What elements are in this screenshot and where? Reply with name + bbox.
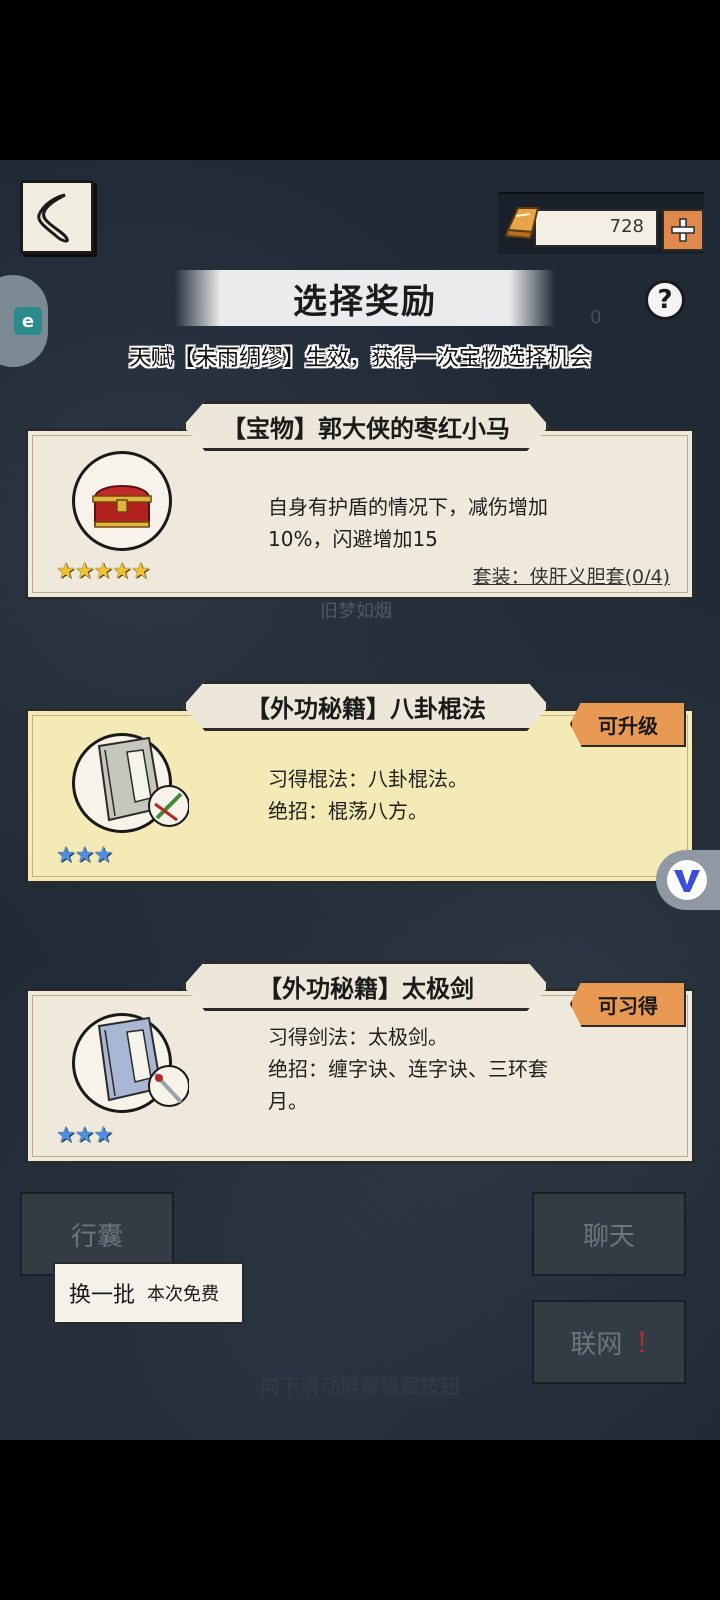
back-button[interactable] [20, 180, 94, 254]
item-icon-frame [72, 451, 172, 551]
scroll-book-icon [97, 1016, 189, 1107]
card-description: 自身有护盾的情况下，减伤增加 10%，闪避增加15 [268, 491, 678, 555]
add-currency-button[interactable] [662, 209, 704, 251]
bg-counter: 0 [590, 307, 602, 328]
bag-label: 行囊 [70, 1221, 123, 1252]
upgrade-badge: 可升级 [570, 701, 686, 747]
desc-line: 10%，闪避增加15 [268, 527, 438, 551]
desc-line: 绝招：棍荡八方。 [268, 799, 428, 823]
reward-card-treasure[interactable]: 【宝物】郭大侠的枣红小马 ★★★★★ 自身有护盾的情况下，减伤增加 10%，闪避… [25, 401, 695, 600]
chat-label: 聊天 [582, 1221, 635, 1252]
rarity-stars: ★★★ [56, 1123, 113, 1148]
desc-line: 绝招：缠字诀、连字诀、三环套 [268, 1057, 548, 1081]
bg-faded-text: 旧梦如烟 [320, 601, 392, 622]
rarity-stars: ★★★★★ [56, 559, 151, 584]
scroll-hint: 向下滑动屏幕隐藏按钮 [260, 1374, 460, 1398]
subtitle: 天赋【未雨绸缪】生效，获得一次宝物选择机会 [128, 346, 591, 371]
alert-icon: ! [636, 1325, 648, 1359]
currency-bar: 728 [498, 192, 704, 254]
plus-icon [671, 218, 695, 242]
treasure-chest-icon [92, 485, 152, 528]
card-description: 习得棍法：八卦棍法。 绝招：棍荡八方。 [268, 763, 678, 827]
card-title: 【外功秘籍】太极剑 [258, 974, 474, 1003]
currency-value: 728 [609, 216, 644, 237]
desc-line: 习得剑法：太极剑。 [268, 1025, 448, 1049]
refresh-sub-label: 本次免费 [147, 1284, 220, 1305]
card-description: 习得剑法：太极剑。 绝招：缠字诀、连字诀、三环套 月。 [268, 1021, 678, 1117]
title-band: 选择奖励 [175, 270, 555, 326]
reward-card-taiji[interactable]: 【外功秘籍】太极剑 可习得 ★★★ 习得剑法：太极剑。 绝招：缠字诀、连字诀、三… [25, 961, 695, 1164]
network-label: 联网 [570, 1329, 623, 1360]
desc-line: 习得棍法：八卦棍法。 [268, 767, 468, 791]
refresh-label: 换一批 [69, 1283, 136, 1308]
card-title: 【宝物】郭大侠的枣红小马 [222, 414, 510, 443]
chat-button[interactable]: 聊天 [532, 1192, 686, 1276]
card-title: 【外功秘籍】八卦棍法 [246, 694, 486, 723]
back-arrow-icon [37, 193, 69, 243]
desc-line: 自身有护盾的情况下，减伤增加 [268, 495, 548, 519]
refresh-button[interactable]: 换一批 本次免费 [53, 1262, 244, 1324]
reward-card-bagua[interactable]: 【外功秘籍】八卦棍法 可升级 ★★★ 习得棍法：八卦棍法。 绝招：棍荡八方。 [25, 681, 695, 884]
help-button[interactable]: ? [645, 280, 685, 320]
game-screen: e 728 选择奖励 ? 0 天赋【未雨绸缪】生效，获得一次宝物选择机会 旧梦如… [0, 160, 720, 1440]
item-icon-frame [72, 1013, 189, 1113]
scroll-book-icon [97, 736, 189, 827]
app-shortcut-icon: e [14, 307, 42, 335]
item-icon-frame [72, 733, 189, 833]
set-link[interactable]: 套装：侠肝义胆套(0/4) [473, 562, 670, 589]
desc-line: 月。 [268, 1089, 308, 1113]
v-floating-icon [667, 860, 707, 900]
card-title-tab: 【外功秘籍】太极剑 [183, 961, 549, 1011]
floating-v-button[interactable] [656, 850, 720, 910]
currency-box: 728 [534, 209, 658, 247]
card-title-tab: 【外功秘籍】八卦棍法 [183, 681, 549, 731]
rarity-stars: ★★★ [56, 843, 113, 868]
gold-ingot-icon [504, 207, 540, 240]
question-mark-icon: ? [657, 285, 673, 315]
page-title: 选择奖励 [293, 281, 437, 322]
card-title-tab: 【宝物】郭大侠的枣红小马 [183, 401, 549, 451]
